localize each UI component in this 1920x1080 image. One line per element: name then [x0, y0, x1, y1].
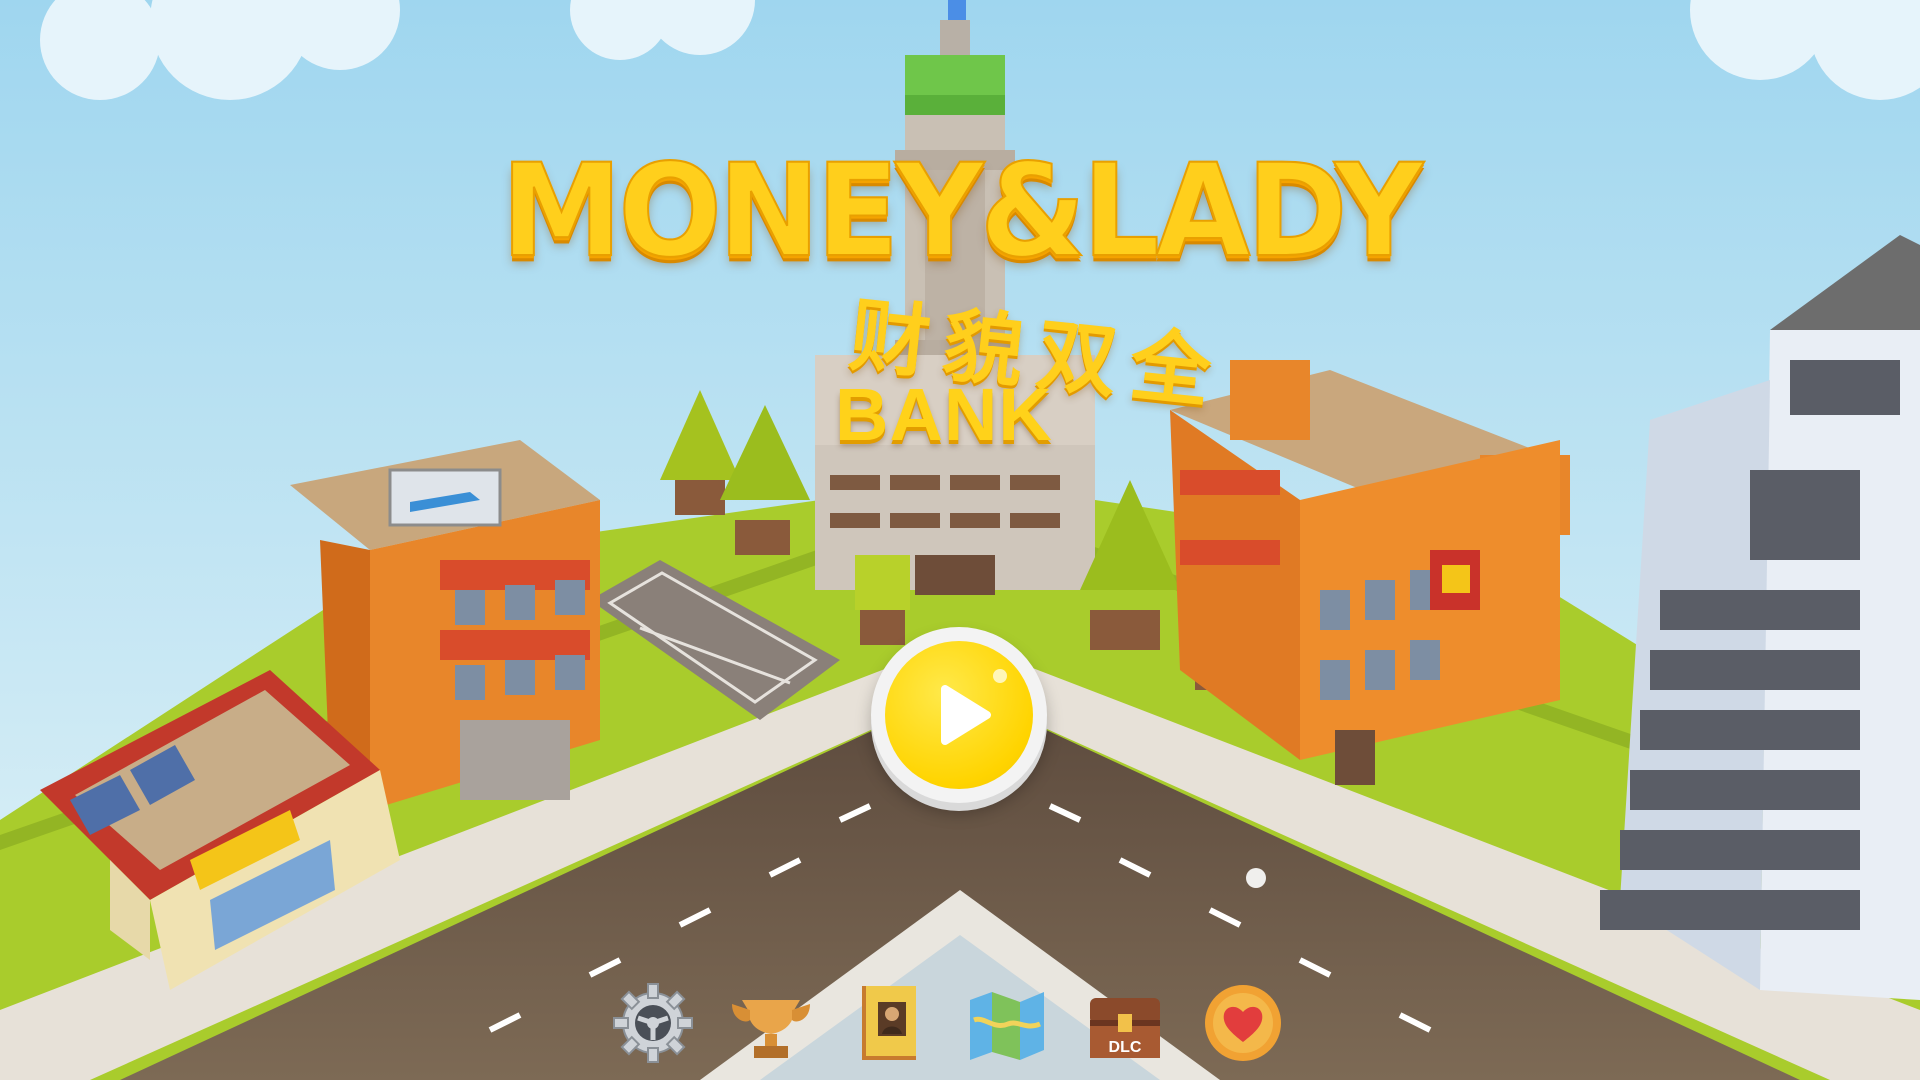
play-button-face	[885, 641, 1033, 789]
play-button[interactable]	[871, 627, 1047, 803]
heart-icon	[1205, 985, 1281, 1061]
treasure-chest-icon: DLC	[1090, 998, 1160, 1058]
achievements-button[interactable]: Achievements	[728, 980, 814, 1066]
sparkle	[1246, 868, 1266, 888]
bank-sign: BANK	[835, 373, 1053, 456]
play-highlight	[993, 669, 1007, 683]
map-button[interactable]: Map	[964, 980, 1050, 1066]
gear-icon	[613, 983, 693, 1063]
city-scene	[0, 0, 1920, 1080]
settings-button[interactable]: Settings	[610, 980, 696, 1066]
favorites-button[interactable]: Favorites	[1200, 980, 1286, 1066]
gallery-button[interactable]: Gallery	[846, 980, 932, 1066]
dlc-button[interactable]: DLC DLC	[1082, 980, 1168, 1066]
trophy-icon	[732, 1000, 810, 1058]
svg-text:DLC: DLC	[1109, 1039, 1142, 1056]
map-icon	[970, 992, 1044, 1060]
album-icon	[862, 986, 916, 1060]
play-icon	[941, 685, 991, 745]
bottom-menu: Settings Achievements Gallery Map	[610, 980, 1320, 1068]
